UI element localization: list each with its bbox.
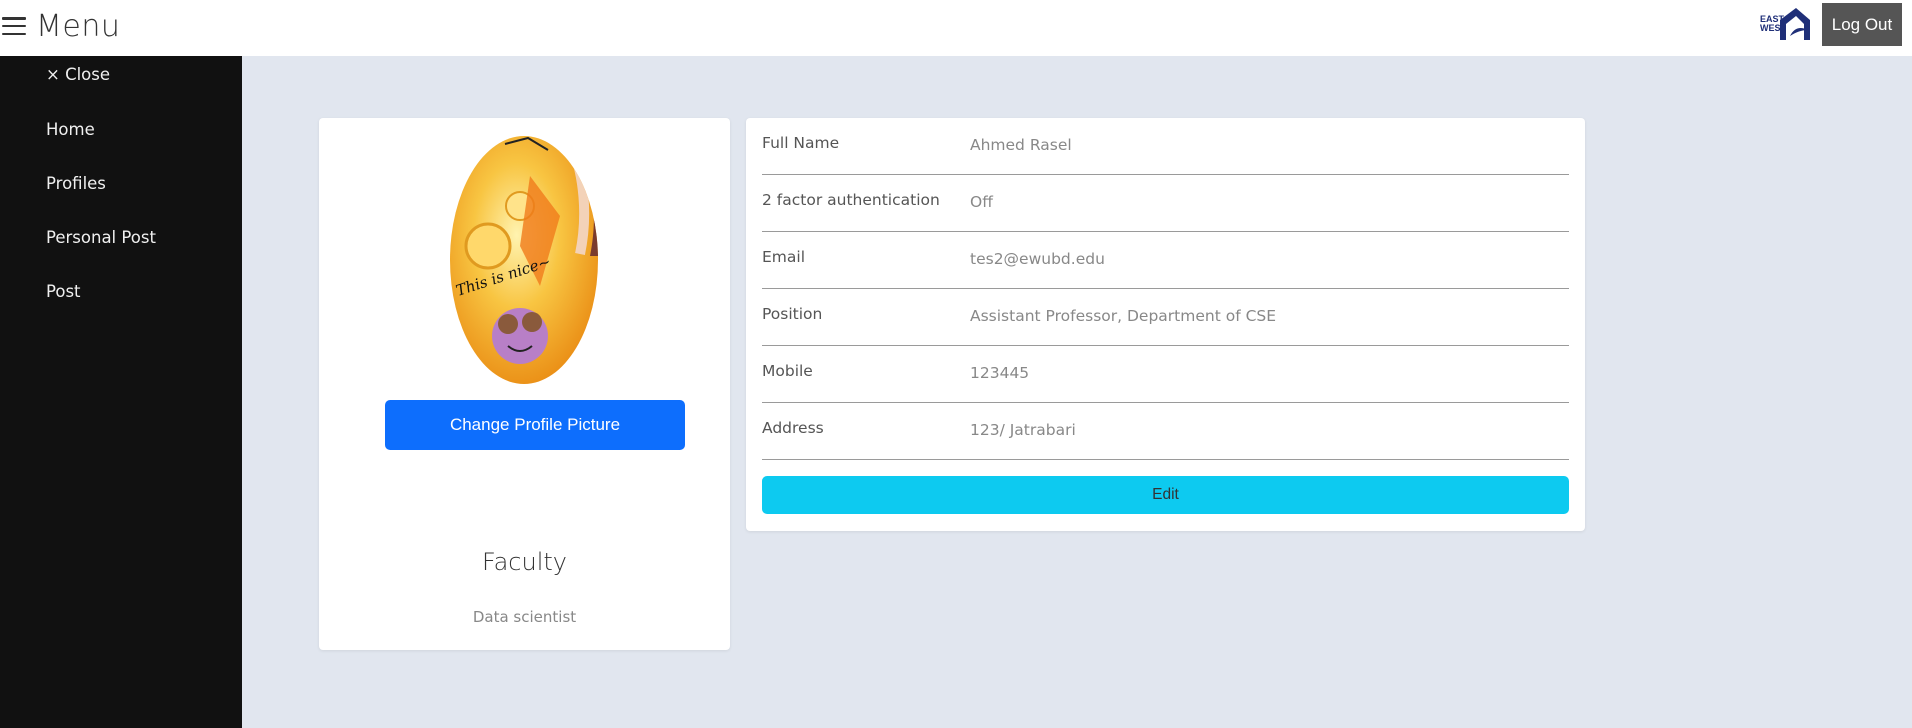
detail-value: 123/ Jatrabari bbox=[970, 421, 1076, 439]
edit-profile-button[interactable]: Edit bbox=[762, 476, 1569, 514]
detail-row-full-name: Full Name Ahmed Rasel bbox=[762, 118, 1569, 175]
detail-row-position: Position Assistant Professor, Department… bbox=[762, 289, 1569, 346]
detail-label: Mobile bbox=[762, 362, 813, 380]
top-bar: Menu EAST WEST Log Out bbox=[0, 0, 1912, 56]
profile-subtitle: Data scientist bbox=[472, 608, 577, 626]
sidebar: × Close Home Profiles Personal Post Post bbox=[0, 56, 242, 728]
menu-toggle-button[interactable]: Menu bbox=[2, 4, 120, 48]
detail-label: Position bbox=[762, 305, 823, 323]
detail-value: Ahmed Rasel bbox=[970, 136, 1072, 154]
logo-text: EAST WEST bbox=[1760, 14, 1786, 33]
detail-label: 2 factor authentication bbox=[762, 191, 940, 209]
detail-row-mobile: Mobile 123445 bbox=[762, 346, 1569, 403]
logo-emblem-icon bbox=[1780, 8, 1810, 40]
profile-avatar: This is nice~ bbox=[450, 136, 598, 384]
sidebar-item-personal-post[interactable]: Personal Post bbox=[46, 228, 156, 247]
detail-value: tes2@ewubd.edu bbox=[970, 250, 1105, 268]
sidebar-item-post[interactable]: Post bbox=[46, 282, 81, 301]
sidebar-close-button[interactable]: × Close bbox=[46, 65, 110, 84]
detail-value: 123445 bbox=[970, 364, 1030, 382]
menu-label: Menu bbox=[36, 8, 121, 44]
sidebar-item-profiles[interactable]: Profiles bbox=[46, 174, 106, 193]
avatar-image: This is nice~ bbox=[450, 136, 598, 384]
detail-label: Email bbox=[762, 248, 806, 266]
detail-row-email: Email tes2@ewubd.edu bbox=[762, 232, 1569, 289]
logout-button[interactable]: Log Out bbox=[1822, 3, 1902, 46]
detail-row-2fa: 2 factor authentication Off bbox=[762, 175, 1569, 232]
hamburger-icon bbox=[2, 15, 26, 37]
detail-value: Assistant Professor, Department of CSE bbox=[970, 307, 1277, 325]
detail-label: Address bbox=[762, 419, 824, 437]
profile-role: Faculty bbox=[482, 548, 567, 576]
change-profile-picture-button[interactable]: Change Profile Picture bbox=[385, 400, 685, 450]
university-logo: EAST WEST bbox=[1760, 5, 1814, 43]
sidebar-item-home[interactable]: Home bbox=[46, 120, 95, 139]
profile-details-card: Full Name Ahmed Rasel 2 factor authentic… bbox=[746, 118, 1585, 531]
detail-value: Off bbox=[970, 193, 993, 211]
detail-label: Full Name bbox=[762, 134, 840, 152]
detail-row-address: Address 123/ Jatrabari bbox=[762, 403, 1569, 460]
profile-card: This is nice~ Change Profile Picture Fac… bbox=[319, 118, 730, 650]
